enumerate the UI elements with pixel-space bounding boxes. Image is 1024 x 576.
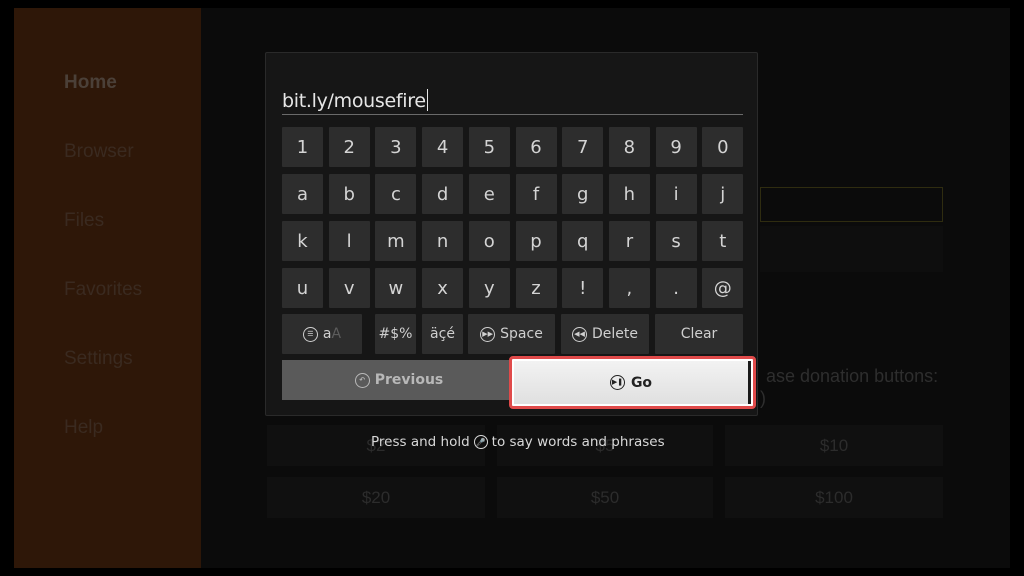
key[interactable]: c (375, 174, 417, 214)
donate-100-button[interactable]: $100 (725, 477, 943, 518)
keyboard-dialog: bit.ly/mousefire ☰ aA #$% äçé ▶▶ Space ◀… (265, 52, 758, 416)
key[interactable]: 2 (328, 127, 370, 167)
key[interactable]: h (608, 174, 650, 214)
accents-key[interactable]: äçé (422, 314, 463, 354)
hint-text-before: Press and hold (371, 434, 470, 450)
case-lower-label: a (322, 326, 332, 342)
key[interactable]: q (562, 221, 604, 261)
donation-text: ase donation buttons: (766, 366, 939, 386)
go-button-highlight: ▶❚ Go (509, 356, 756, 409)
hint-text-after: to say words and phrases (491, 434, 665, 450)
input-value: bit.ly/mousefire (282, 90, 426, 112)
text-input[interactable]: bit.ly/mousefire (282, 89, 428, 112)
key[interactable]: r (608, 221, 650, 261)
key[interactable]: z (515, 268, 557, 308)
key[interactable]: f (515, 174, 557, 214)
donation-text-line2: ) (760, 388, 766, 408)
voice-hint: Press and hold 🎤 to say words and phrase… (371, 434, 665, 450)
fast-forward-icon: ▶▶ (480, 326, 496, 342)
sidebar-item-help[interactable]: Help (64, 417, 103, 439)
input-underline (282, 114, 743, 115)
key[interactable]: j (702, 174, 744, 214)
key[interactable]: 3 (375, 127, 417, 167)
screen: Home Browser Files Favorites Settings He… (14, 8, 1010, 568)
go-button[interactable]: ▶❚ Go (514, 361, 751, 404)
url-field-background (760, 187, 943, 222)
key[interactable]: g (562, 174, 604, 214)
key[interactable]: 9 (655, 127, 697, 167)
key[interactable]: u (282, 268, 323, 308)
key[interactable]: m (375, 221, 417, 261)
key[interactable]: x (422, 268, 464, 308)
sidebar-item-favorites[interactable]: Favorites (64, 279, 142, 301)
key[interactable]: y (468, 268, 510, 308)
key[interactable]: ! (562, 268, 604, 308)
back-icon: ↶ (354, 372, 370, 388)
key[interactable]: 8 (608, 127, 650, 167)
sidebar-item-files[interactable]: Files (64, 210, 104, 232)
key[interactable]: k (282, 221, 323, 261)
key[interactable]: 7 (562, 127, 604, 167)
sidebar: Home Browser Files Favorites Settings He… (14, 8, 201, 568)
donate-10-button[interactable]: $10 (725, 425, 943, 466)
key[interactable]: @ (702, 268, 744, 308)
key[interactable]: 1 (282, 127, 323, 167)
rewind-icon: ◀◀ (572, 326, 587, 342)
key[interactable]: w (375, 268, 417, 308)
delete-key[interactable]: ◀◀ Delete (561, 314, 649, 354)
text-caret (426, 89, 428, 111)
symbols-key[interactable]: #$% (375, 314, 416, 354)
donate-20-button[interactable]: $20 (267, 477, 485, 518)
go-label: Go (630, 374, 653, 391)
key[interactable]: 0 (702, 127, 744, 167)
case-toggle-key[interactable]: ☰ aA (282, 314, 362, 354)
space-key[interactable]: ▶▶ Space (468, 314, 555, 354)
key[interactable]: d (422, 174, 464, 214)
key[interactable]: o (468, 221, 510, 261)
donate-50-button[interactable]: $50 (497, 477, 713, 518)
key[interactable]: 6 (515, 127, 557, 167)
key[interactable]: n (422, 221, 464, 261)
key[interactable]: l (328, 221, 370, 261)
key[interactable]: s (655, 221, 697, 261)
clear-key[interactable]: Clear (655, 314, 743, 354)
microphone-icon: 🎤 (473, 435, 488, 449)
key[interactable]: t (702, 221, 744, 261)
key[interactable]: a (282, 174, 323, 214)
key[interactable]: 4 (422, 127, 464, 167)
key[interactable]: . (655, 268, 697, 308)
case-upper-label: A (331, 326, 342, 342)
play-pause-icon: ▶❚ (609, 375, 625, 390)
delete-label: Delete (592, 326, 638, 342)
key[interactable]: p (515, 221, 557, 261)
sidebar-item-settings[interactable]: Settings (64, 348, 133, 370)
menu-icon: ☰ (302, 326, 318, 342)
key[interactable]: 5 (468, 127, 510, 167)
previous-button[interactable]: ↶ Previous (282, 360, 516, 400)
key[interactable]: b (328, 174, 370, 214)
sidebar-item-home[interactable]: Home (64, 72, 117, 94)
space-label: Space (500, 326, 543, 342)
sidebar-item-browser[interactable]: Browser (64, 141, 134, 163)
key[interactable]: e (468, 174, 510, 214)
key[interactable]: i (655, 174, 697, 214)
key[interactable]: , (608, 268, 650, 308)
key[interactable]: v (328, 268, 370, 308)
previous-label: Previous (374, 372, 444, 388)
go-button-background (760, 226, 943, 272)
